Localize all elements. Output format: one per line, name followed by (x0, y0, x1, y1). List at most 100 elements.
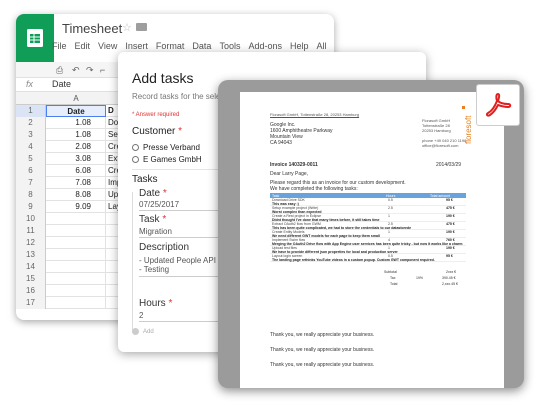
cell-date[interactable] (46, 249, 106, 261)
customer-option-label: Presse Verband (143, 143, 200, 152)
tax-rate: 19% (416, 276, 424, 280)
cell-date[interactable]: Date (46, 105, 106, 117)
row-number[interactable]: 15 (16, 273, 46, 285)
required-asterisk: * (178, 126, 183, 137)
customer-label: Customer * (132, 126, 182, 137)
row-number[interactable]: 5 (16, 153, 46, 165)
invoice-cell-amt: 190 € (446, 246, 455, 250)
row-number[interactable]: 7 (16, 177, 46, 189)
cell-date[interactable]: 7.08 (46, 177, 106, 189)
pdf-file-icon[interactable] (476, 84, 520, 126)
menu-format[interactable]: Format (156, 41, 185, 51)
paint-format-icon[interactable]: ⌐ (100, 65, 105, 75)
required-asterisk: * (162, 214, 167, 225)
menu-insert[interactable]: Insert (125, 41, 148, 51)
invoice-row: Download Drive SDK This was easy :) 0.5 95 … (270, 198, 466, 206)
invoice-cell-h: 2.5 (388, 206, 393, 210)
cell-date[interactable] (46, 213, 106, 225)
fx-icon: fx (26, 79, 34, 89)
task-label-text: Task (139, 214, 160, 225)
required-note: * Answer required (132, 112, 180, 118)
invoice-cell-amt: 475 € (446, 222, 455, 226)
invoice-number: Invoice 140329-0011 (270, 162, 318, 168)
tax-label: Tax (390, 276, 396, 280)
menu-edit[interactable]: Edit (75, 41, 91, 51)
customer-option-presse-verband[interactable]: Presse Verband (132, 143, 200, 152)
invoice-cell-amt: 95 € (446, 254, 453, 258)
invoice-row: Implement Swim flow Merging the OAuth2 Dr… (270, 238, 466, 246)
invoice-row: Create a Rest project in Eclipse Didnt th… (270, 214, 466, 222)
invoice-row: Extract OAuth2 flow from GWM This has bee… (270, 222, 466, 230)
hours-field[interactable]: 2 (139, 311, 143, 320)
cell-date[interactable] (46, 225, 106, 237)
cell-date[interactable]: 1.08 (46, 129, 106, 141)
customer-option-label: E Games GmbH (143, 155, 202, 164)
row-number[interactable]: 6 (16, 165, 46, 177)
row-number[interactable]: 16 (16, 285, 46, 297)
row-number[interactable]: 8 (16, 189, 46, 201)
row-number[interactable]: 13 (16, 249, 46, 261)
tax-value: 390.45 € (442, 276, 456, 280)
row-number[interactable]: 1 (16, 105, 46, 117)
cell-date[interactable] (46, 273, 106, 285)
row-number[interactable]: 4 (16, 141, 46, 153)
invoice-cell-amt: 95 € (446, 198, 453, 202)
folder-icon[interactable] (136, 23, 147, 31)
cell-date[interactable]: 6.08 (46, 165, 106, 177)
radio-icon[interactable] (132, 156, 139, 163)
row-number[interactable]: 12 (16, 237, 46, 249)
invoice-cell-amt: 190 € (446, 230, 455, 234)
invoice-cell-h: 1 (388, 214, 390, 218)
invoice-cell-h: 4 (388, 238, 390, 242)
description-field[interactable]: - Updated People API - Testing (139, 256, 216, 274)
date-field[interactable]: 07/25/2017 (139, 200, 179, 209)
row-number[interactable]: 14 (16, 261, 46, 273)
row-number[interactable]: 11 (16, 225, 46, 237)
cell-date[interactable] (46, 261, 106, 273)
document-title[interactable]: Timesheet (62, 21, 122, 36)
menu-file[interactable]: File (52, 41, 67, 51)
sheets-logo-icon[interactable] (16, 14, 54, 62)
invoice-cell-h: 0.5 (388, 254, 393, 258)
menu-addons[interactable]: Add-ons (248, 41, 282, 51)
cell-date[interactable]: 9.09 (46, 201, 106, 213)
cell-date[interactable]: 2.08 (46, 141, 106, 153)
cell-date[interactable]: 8.08 (46, 189, 106, 201)
print-icon[interactable]: ⎙ (56, 65, 63, 76)
invoice-page: Florasoft GmbH, Tottenstraße 28, 20253 H… (240, 92, 504, 388)
company-line: office@floresoft.com (422, 143, 459, 148)
column-header-a[interactable]: A (46, 94, 106, 103)
cell-date[interactable] (46, 297, 106, 309)
recipient-line: CA 94043 (270, 140, 292, 146)
row-number[interactable]: 10 (16, 213, 46, 225)
row-number[interactable]: 3 (16, 129, 46, 141)
formula-input[interactable]: Date (52, 79, 71, 89)
invoice-cell-amt: 190 € (446, 214, 455, 218)
date-label-text: Date (139, 188, 161, 199)
sender-line: Florasoft GmbH, Tottenstraße 28, 20253 H… (270, 112, 360, 117)
menu-data[interactable]: Data (192, 41, 211, 51)
cell-date[interactable]: 3.08 (46, 153, 106, 165)
date-label: Date * (139, 188, 167, 199)
menu-help[interactable]: Help (290, 41, 309, 51)
row-number[interactable]: 2 (16, 117, 46, 129)
menu-view[interactable]: View (98, 41, 117, 51)
invoice-cell-h: 0.5 (388, 198, 393, 202)
description-label: Description (139, 242, 190, 253)
row-number[interactable]: 9 (16, 201, 46, 213)
undo-icon[interactable]: ↶ (72, 65, 80, 76)
closing-line: Thank you, we really appreciate your bus… (270, 332, 375, 338)
customer-option-e-games[interactable]: E Games GmbH (132, 155, 202, 164)
cell-date[interactable]: 1.08 (46, 117, 106, 129)
cell-date[interactable] (46, 237, 106, 249)
add-task-button[interactable]: Add (132, 328, 154, 335)
logo-mark (462, 106, 465, 109)
redo-icon[interactable]: ↷ (86, 65, 94, 76)
task-field[interactable]: Migration (139, 227, 172, 236)
menu-all[interactable]: All (317, 41, 327, 51)
menu-tools[interactable]: Tools (219, 41, 240, 51)
row-number[interactable]: 17 (16, 297, 46, 309)
star-icon[interactable]: ☆ (122, 21, 132, 34)
cell-date[interactable] (46, 285, 106, 297)
radio-icon[interactable] (132, 144, 139, 151)
